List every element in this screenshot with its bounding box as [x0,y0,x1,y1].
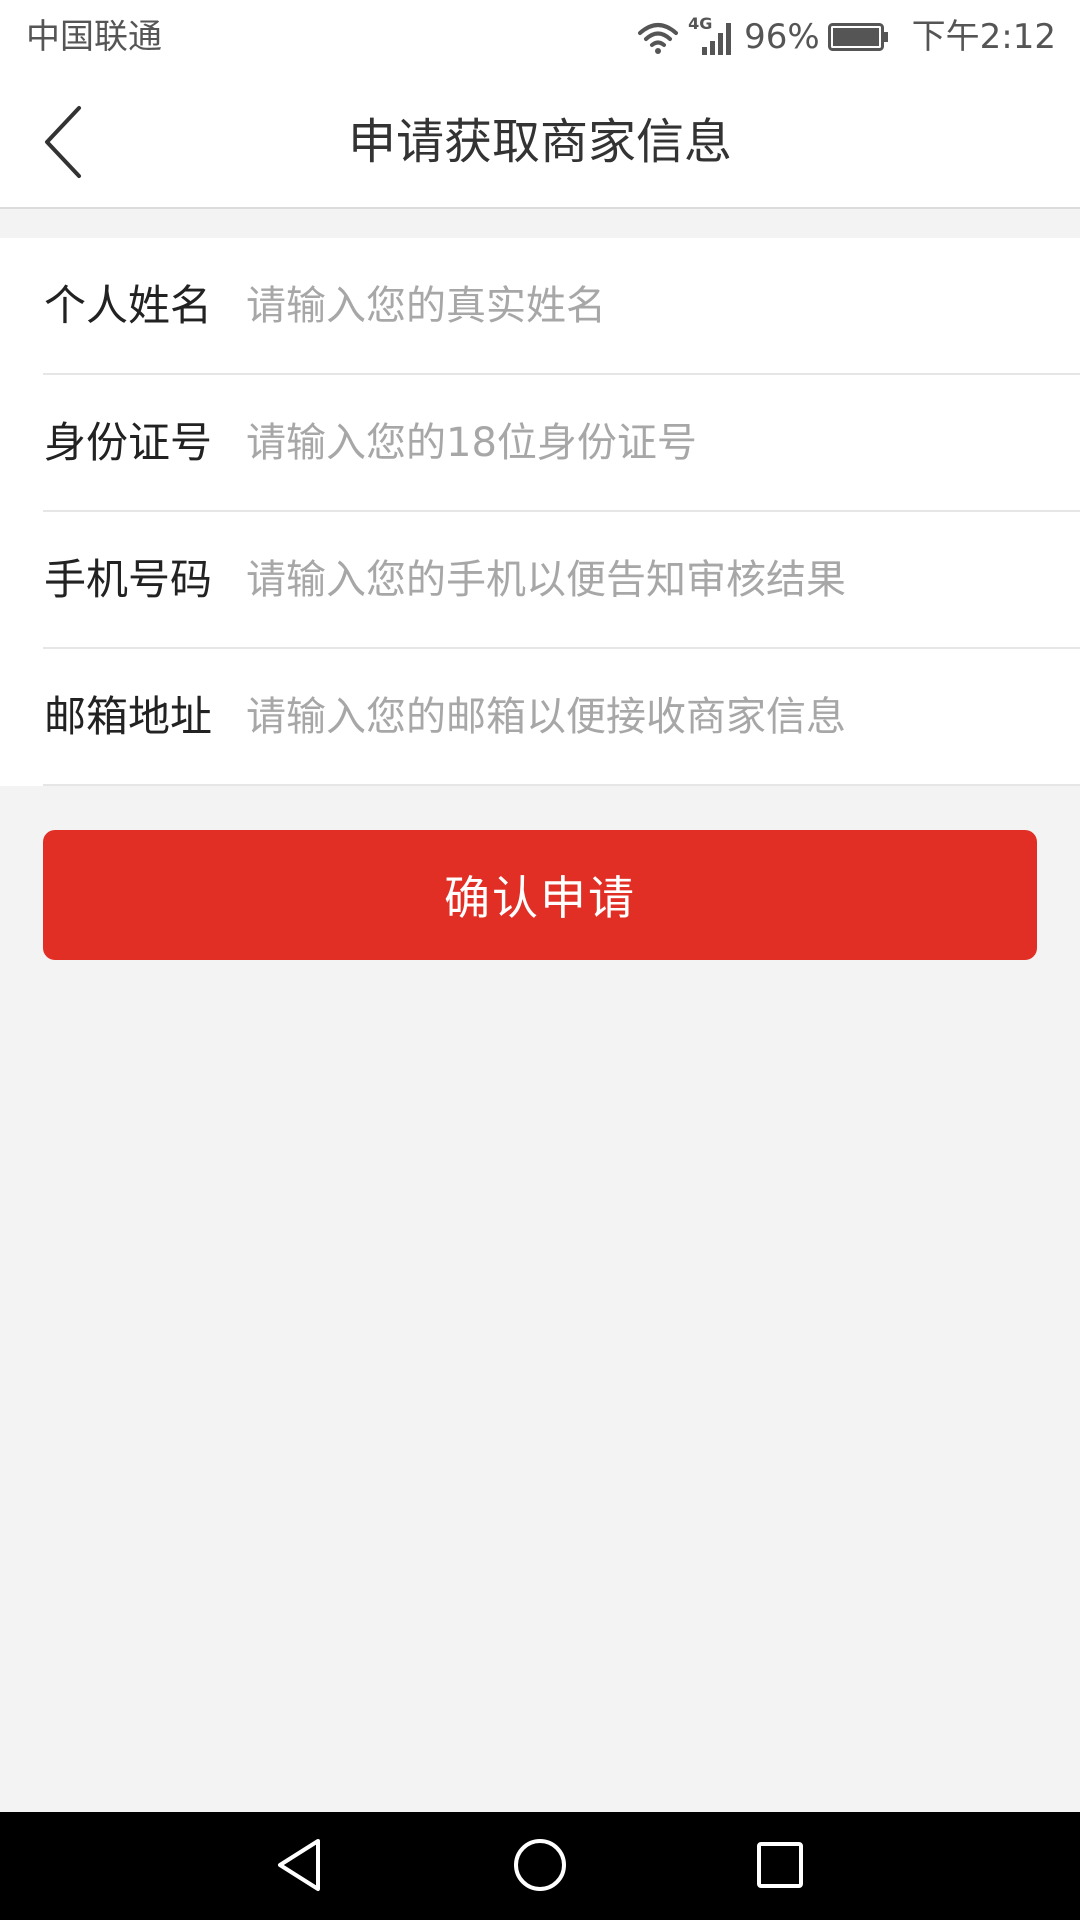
signal-icon: 4G [688,15,736,57]
clock: 下午2:12 [911,17,1056,57]
phone-label: 手机号码 [44,555,213,604]
email-label: 邮箱地址 [44,692,213,741]
name-label: 个人姓名 [44,281,213,330]
nav-back-button[interactable] [264,1832,334,1902]
id-number-label: 身份证号 [44,418,213,467]
back-triangle-icon [274,1837,324,1897]
app-header: 申请获取商家信息 [0,75,1080,209]
confirm-apply-button[interactable]: 确认申请 [43,830,1037,960]
wifi-icon [636,19,680,55]
row-divider [43,784,1080,786]
recents-square-icon [755,1840,805,1894]
battery-icon [827,22,890,52]
page-title: 申请获取商家信息 [347,114,732,170]
email-input[interactable] [246,669,1046,764]
carrier-name: 中国联通 [26,17,162,57]
form-row-email: 邮箱地址 [0,649,1080,786]
form-row-name: 个人姓名 [0,238,1080,375]
name-input[interactable] [246,258,1046,353]
chevron-left-icon [43,105,83,183]
id-number-input[interactable] [246,395,1046,490]
form-row-phone: 手机号码 [0,512,1080,649]
nav-home-button[interactable] [505,1832,575,1902]
back-button[interactable] [28,99,98,189]
battery-percentage: 96% [744,17,820,57]
system-navigation-bar [0,1812,1080,1920]
nav-recents-button[interactable] [745,1832,815,1902]
home-circle-icon [512,1837,568,1897]
status-bar: 中国联通 4G 96% 下午2:12 [0,0,1080,75]
application-form: 个人姓名 身份证号 手机号码 邮箱地址 [0,238,1080,786]
phone-input[interactable] [246,532,1046,627]
form-row-id-number: 身份证号 [0,375,1080,512]
status-indicators: 4G 96% 下午2:12 [636,14,1056,60]
